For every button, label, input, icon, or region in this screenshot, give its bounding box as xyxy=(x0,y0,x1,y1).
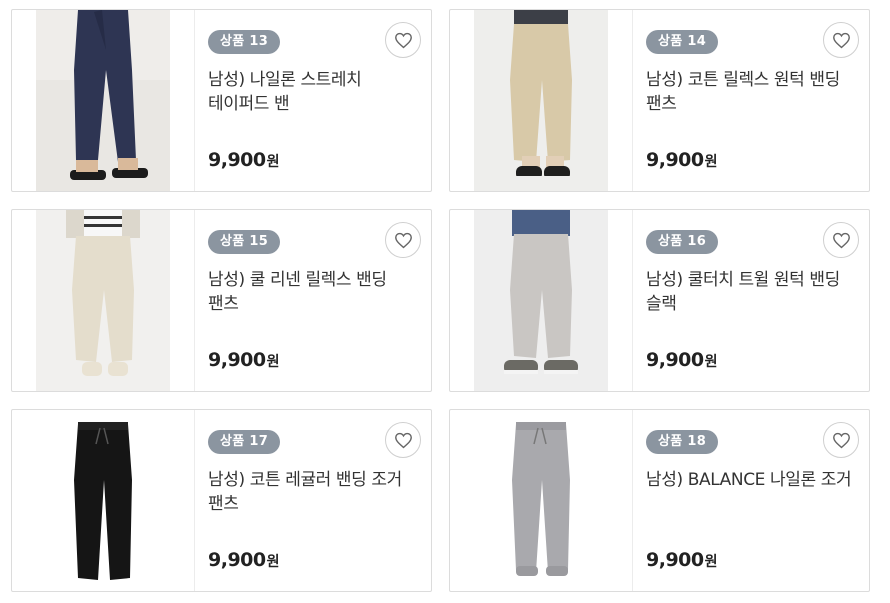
divider xyxy=(632,210,633,391)
heart-icon xyxy=(394,232,412,248)
product-card[interactable]: 상품 17 남성) 코튼 레귤러 밴딩 조거 팬츠 9,900원 xyxy=(11,409,432,592)
heart-icon xyxy=(394,32,412,48)
heart-icon xyxy=(394,432,412,448)
product-price: 9,900원 xyxy=(646,549,718,571)
price-value: 9,900 xyxy=(646,149,704,171)
price-value: 9,900 xyxy=(646,549,704,571)
product-number-badge: 상품 16 xyxy=(646,230,719,254)
product-number-badge: 상품 13 xyxy=(208,30,281,54)
currency-label: 원 xyxy=(266,154,280,170)
product-title[interactable]: 남성) 쿨터치 트윌 원턱 밴딩 슬랙 xyxy=(646,268,858,316)
divider xyxy=(194,410,195,591)
product-card[interactable]: 상품 13 남성) 나일론 스트레치 테이퍼드 밴 9,900원 xyxy=(11,9,432,192)
wishlist-button[interactable] xyxy=(823,222,859,258)
product-card[interactable]: 상품 16 남성) 쿨터치 트윌 원턱 밴딩 슬랙 9,900원 xyxy=(449,209,870,392)
product-price: 9,900원 xyxy=(208,549,280,571)
heart-icon xyxy=(832,232,850,248)
currency-label: 원 xyxy=(704,154,718,170)
product-image[interactable] xyxy=(36,10,170,191)
product-image[interactable] xyxy=(474,10,608,191)
product-price: 9,900원 xyxy=(646,349,718,371)
divider xyxy=(632,10,633,191)
price-value: 9,900 xyxy=(208,349,266,371)
price-value: 9,900 xyxy=(646,349,704,371)
product-title[interactable]: 남성) 나일론 스트레치 테이퍼드 밴 xyxy=(208,68,420,116)
product-price: 9,900원 xyxy=(646,149,718,171)
product-title[interactable]: 남성) BALANCE 나일론 조거 xyxy=(646,468,858,492)
divider xyxy=(194,210,195,391)
currency-label: 원 xyxy=(704,354,718,370)
product-image[interactable] xyxy=(36,210,170,391)
product-price: 9,900원 xyxy=(208,349,280,371)
divider xyxy=(632,410,633,591)
product-number-badge: 상품 15 xyxy=(208,230,281,254)
product-title[interactable]: 남성) 쿨 리넨 릴렉스 밴딩 팬츠 xyxy=(208,268,420,316)
currency-label: 원 xyxy=(704,554,718,570)
heart-icon xyxy=(832,32,850,48)
product-title[interactable]: 남성) 코튼 릴렉스 원턱 밴딩 팬츠 xyxy=(646,68,858,116)
wishlist-button[interactable] xyxy=(385,22,421,58)
product-card[interactable]: 상품 18 남성) BALANCE 나일론 조거 9,900원 xyxy=(449,409,870,592)
wishlist-button[interactable] xyxy=(385,222,421,258)
currency-label: 원 xyxy=(266,554,280,570)
currency-label: 원 xyxy=(266,354,280,370)
product-card[interactable]: 상품 14 남성) 코튼 릴렉스 원턱 밴딩 팬츠 9,900원 xyxy=(449,9,870,192)
wishlist-button[interactable] xyxy=(823,422,859,458)
product-image[interactable] xyxy=(36,410,170,591)
divider xyxy=(194,10,195,191)
product-title[interactable]: 남성) 코튼 레귤러 밴딩 조거 팬츠 xyxy=(208,468,420,516)
heart-icon xyxy=(832,432,850,448)
price-value: 9,900 xyxy=(208,149,266,171)
product-number-badge: 상품 18 xyxy=(646,430,719,454)
price-value: 9,900 xyxy=(208,549,266,571)
product-card[interactable]: 상품 15 남성) 쿨 리넨 릴렉스 밴딩 팬츠 9,900원 xyxy=(11,209,432,392)
wishlist-button[interactable] xyxy=(823,22,859,58)
wishlist-button[interactable] xyxy=(385,422,421,458)
product-image[interactable] xyxy=(474,210,608,391)
product-price: 9,900원 xyxy=(208,149,280,171)
product-image[interactable] xyxy=(474,410,608,591)
product-number-badge: 상품 17 xyxy=(208,430,281,454)
product-number-badge: 상품 14 xyxy=(646,30,719,54)
